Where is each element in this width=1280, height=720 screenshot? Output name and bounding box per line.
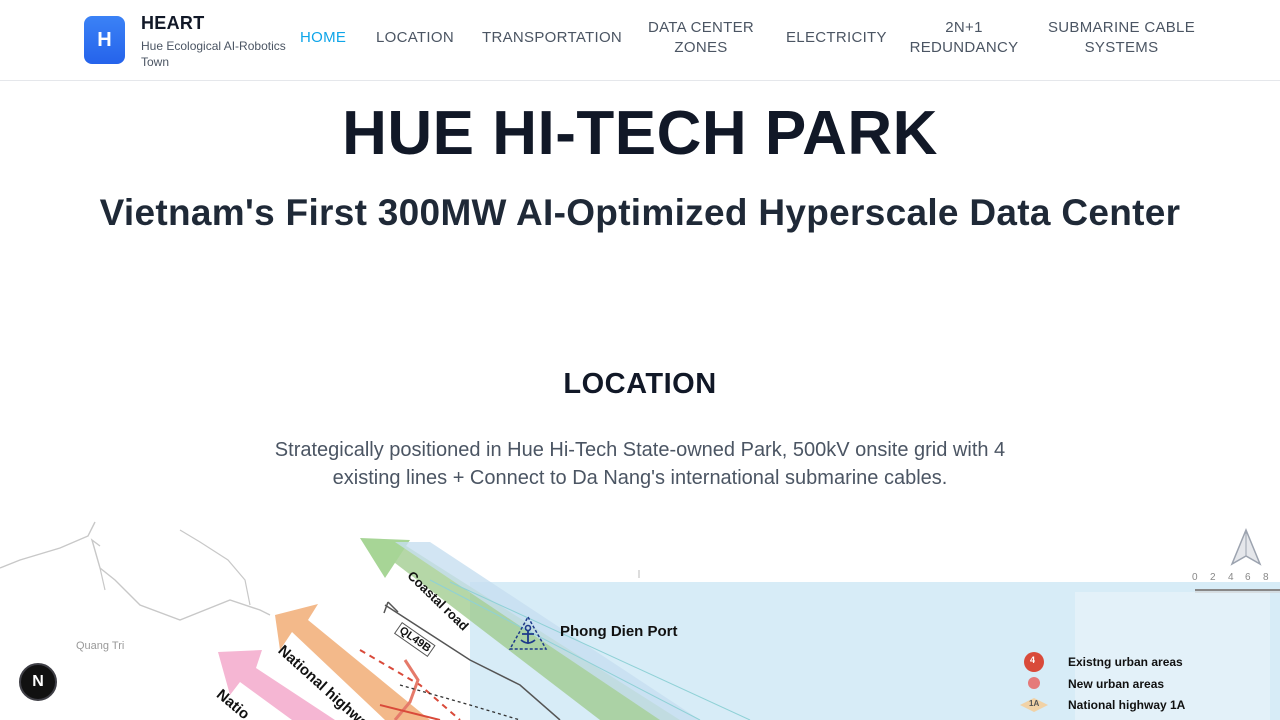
nav-transportation[interactable]: TRANSPORTATION <box>482 28 622 48</box>
nav-redundancy[interactable]: 2N+1 REDUNDANCY <box>904 18 1024 58</box>
legend-national-highway: National highway 1A <box>1068 698 1186 712</box>
scale-label-0: 0 <box>1192 572 1198 583</box>
hero-subtitle: Vietnam's First 300MW AI-Optimized Hyper… <box>99 192 1181 233</box>
brand-logo[interactable]: H <box>84 16 125 64</box>
nav-electricity[interactable]: ELECTRICITY <box>786 28 887 48</box>
anchor-icon <box>508 615 548 650</box>
scale-label-2: 2 <box>1210 572 1216 583</box>
nextjs-dev-button[interactable]: N <box>19 663 57 701</box>
nav-location[interactable]: LOCATION <box>376 28 454 48</box>
site-header: H HEART Hue Ecological AI-Robotics Town … <box>0 0 1280 81</box>
nav-redundancy-line1: 2N+1 <box>945 19 983 36</box>
scale-label-4: 4 <box>1228 572 1234 583</box>
nav-submarine-cable-line2: SYSTEMS <box>1084 39 1159 56</box>
legend-marker-highway: 1A <box>1029 699 1040 708</box>
nav-submarine-cable-line1: SUBMARINE CABLE <box>1047 19 1196 36</box>
legend-marker-existing: 4 <box>1030 655 1036 665</box>
nav-home[interactable]: HOME <box>300 28 346 48</box>
location-map[interactable]: 0 2 4 6 8 Phong Dien Port Coastal road Q… <box>0 520 1280 720</box>
nav-submarine-cable-systems[interactable]: SUBMARINE CABLE SYSTEMS <box>1046 18 1197 58</box>
brand-subtitle: Hue Ecological AI-Robotics Town <box>141 39 286 69</box>
hero-title: HUE HI-TECH PARK <box>342 99 938 168</box>
brand-title[interactable]: HEART <box>141 13 205 34</box>
nav-redundancy-line2: REDUNDANCY <box>909 39 1019 56</box>
location-description: Strategically positioned in Hue Hi-Tech … <box>274 439 1006 489</box>
compass-icon <box>1230 528 1262 566</box>
scale-label-8: 8 <box>1263 572 1269 583</box>
legend-existing-urban: Existng urban areas <box>1068 655 1183 669</box>
nav-data-center-zones[interactable]: DATA CENTER ZONES <box>640 18 762 58</box>
map-label-phong-dien-port: Phong Dien Port <box>560 623 678 640</box>
map-label-quang-tri: Quang Tri <box>76 640 125 652</box>
legend-new-urban: New urban areas <box>1068 677 1165 691</box>
nav-data-center-zones-line1: DATA CENTER <box>647 19 755 36</box>
nav-data-center-zones-line2: ZONES <box>674 39 728 56</box>
scale-label-6: 6 <box>1245 572 1251 583</box>
location-section-title: LOCATION <box>563 368 717 400</box>
